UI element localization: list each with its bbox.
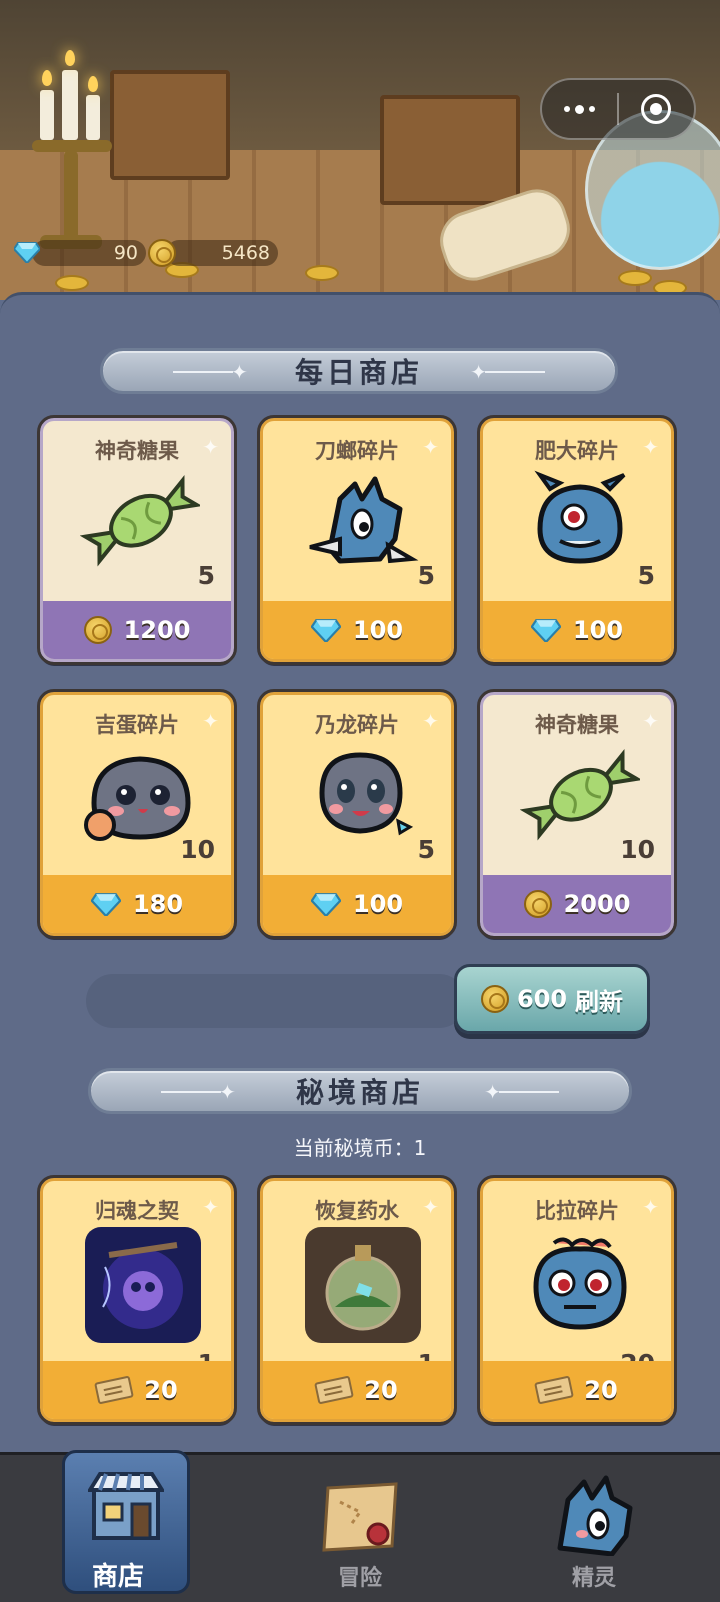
coin-icon bbox=[83, 616, 112, 644]
coin-icon bbox=[480, 985, 509, 1013]
ticket-icon bbox=[314, 1375, 355, 1405]
ticket-icon bbox=[534, 1375, 575, 1405]
gem-icon bbox=[90, 892, 122, 918]
price-bar: 100 bbox=[263, 601, 451, 659]
secret-shop-banner: ✦ 秘境商店 ✦ bbox=[88, 1068, 632, 1114]
refresh-cost: 600 bbox=[516, 985, 568, 1013]
daily-shop-banner: ✦ 每日商店 ✦ bbox=[100, 348, 618, 394]
item-quantity: 10 bbox=[180, 835, 215, 864]
chubby-creature-icon bbox=[520, 469, 640, 569]
candy-icon bbox=[519, 743, 643, 843]
gem-balance: 90 bbox=[12, 238, 146, 268]
shop-item-card[interactable]: ✦ 神奇糖果 5 1200 bbox=[37, 415, 237, 665]
gem-icon bbox=[310, 618, 342, 644]
item-price: 1200 bbox=[123, 616, 191, 644]
item-name: 吉蛋碎片 bbox=[95, 713, 179, 737]
price-bar: 20 bbox=[43, 1361, 231, 1419]
more-options-icon[interactable] bbox=[542, 80, 617, 138]
tab-shop[interactable]: 商店 bbox=[6, 1452, 246, 1602]
daily-shop-title: 每日商店 bbox=[294, 356, 423, 389]
shop-icon bbox=[86, 1468, 166, 1542]
item-name: 刀螂碎片 bbox=[315, 439, 399, 463]
tab-adventure[interactable]: 冒险 bbox=[240, 1452, 480, 1602]
shop-item-card[interactable]: ✦ 归魂之契 1 20 bbox=[37, 1175, 237, 1425]
item-name: 肥大碎片 bbox=[535, 439, 619, 463]
dragon-creature-icon bbox=[300, 743, 420, 843]
refresh-button[interactable]: 600 刷新 bbox=[454, 964, 650, 1034]
price-bar: 20 bbox=[263, 1361, 451, 1419]
price-bar: 100 bbox=[263, 875, 451, 933]
item-price: 100 bbox=[572, 616, 624, 644]
item-price: 180 bbox=[132, 890, 184, 918]
gem-icon bbox=[310, 892, 342, 918]
item-price: 100 bbox=[352, 616, 404, 644]
item-price: 20 bbox=[584, 1376, 618, 1404]
coin-icon bbox=[148, 239, 176, 267]
coin-count: 5468 bbox=[221, 242, 270, 264]
refresh-label: 刷新 bbox=[575, 987, 624, 1016]
price-bar: 2000 bbox=[483, 875, 671, 933]
recovery-potion-icon bbox=[305, 1227, 421, 1343]
shop-item-card[interactable]: ✦ 吉蛋碎片 10 180 bbox=[37, 689, 237, 939]
creature-icon bbox=[546, 1474, 642, 1557]
bila-creature-icon bbox=[520, 1237, 640, 1337]
coin-balance: 5468 bbox=[148, 238, 278, 268]
price-bar: 100 bbox=[483, 601, 671, 659]
item-name: 神奇糖果 bbox=[95, 439, 179, 463]
shop-item-card[interactable]: ✦ 乃龙碎片 5 100 bbox=[257, 689, 457, 939]
item-name: 恢复药水 bbox=[315, 1199, 399, 1223]
mini-program-capsule bbox=[540, 78, 696, 140]
gem-icon bbox=[530, 618, 562, 644]
price-bar: 180 bbox=[43, 875, 231, 933]
tab-label: 精灵 bbox=[571, 1566, 616, 1591]
shop-item-card[interactable]: ✦ 神奇糖果 10 2000 bbox=[477, 689, 677, 939]
price-bar: 1200 bbox=[43, 601, 231, 659]
item-name: 神奇糖果 bbox=[535, 713, 619, 737]
egg-creature-icon bbox=[80, 743, 200, 843]
coin-icon bbox=[523, 890, 552, 918]
refresh-track bbox=[86, 974, 466, 1028]
candle-decoration bbox=[32, 50, 112, 260]
shop-item-card[interactable]: ✦ 恢复药水 1 20 bbox=[257, 1175, 457, 1425]
item-price: 20 bbox=[364, 1376, 398, 1404]
item-name: 比拉碎片 bbox=[535, 1199, 619, 1223]
tab-creatures[interactable]: 精灵 bbox=[474, 1452, 714, 1602]
item-quantity: 10 bbox=[620, 835, 655, 864]
item-quantity: 5 bbox=[417, 561, 435, 590]
gem-count: 90 bbox=[113, 242, 138, 264]
gem-icon bbox=[12, 241, 42, 265]
shop-item-card[interactable]: ✦ 肥大碎片 5 100 bbox=[477, 415, 677, 665]
item-quantity: 5 bbox=[197, 561, 215, 590]
tab-label: 冒险 bbox=[337, 1566, 382, 1591]
ticket-icon bbox=[94, 1375, 135, 1405]
item-price: 100 bbox=[352, 890, 404, 918]
item-name: 乃龙碎片 bbox=[315, 713, 399, 737]
item-quantity: 5 bbox=[637, 561, 655, 590]
tab-label: 商店 bbox=[92, 1562, 145, 1592]
item-name: 归魂之契 bbox=[95, 1199, 179, 1223]
item-quantity: 5 bbox=[417, 835, 435, 864]
shop-item-card[interactable]: ✦ 刀螂碎片 5 100 bbox=[257, 415, 457, 665]
price-bar: 20 bbox=[483, 1361, 671, 1419]
secret-shop-title: 秘境商店 bbox=[295, 1076, 424, 1109]
shop-item-card[interactable]: ✦ 比拉碎片 20 20 bbox=[477, 1175, 677, 1425]
item-price: 20 bbox=[144, 1376, 178, 1404]
close-target-icon[interactable] bbox=[619, 80, 694, 138]
soul-contract-icon bbox=[85, 1227, 201, 1343]
candy-icon bbox=[79, 469, 203, 569]
secret-coin-balance: 当前秘境币：1 bbox=[293, 1136, 427, 1160]
map-scroll-icon bbox=[320, 1482, 404, 1552]
mantis-creature-icon bbox=[300, 469, 420, 569]
item-price: 2000 bbox=[563, 890, 631, 918]
